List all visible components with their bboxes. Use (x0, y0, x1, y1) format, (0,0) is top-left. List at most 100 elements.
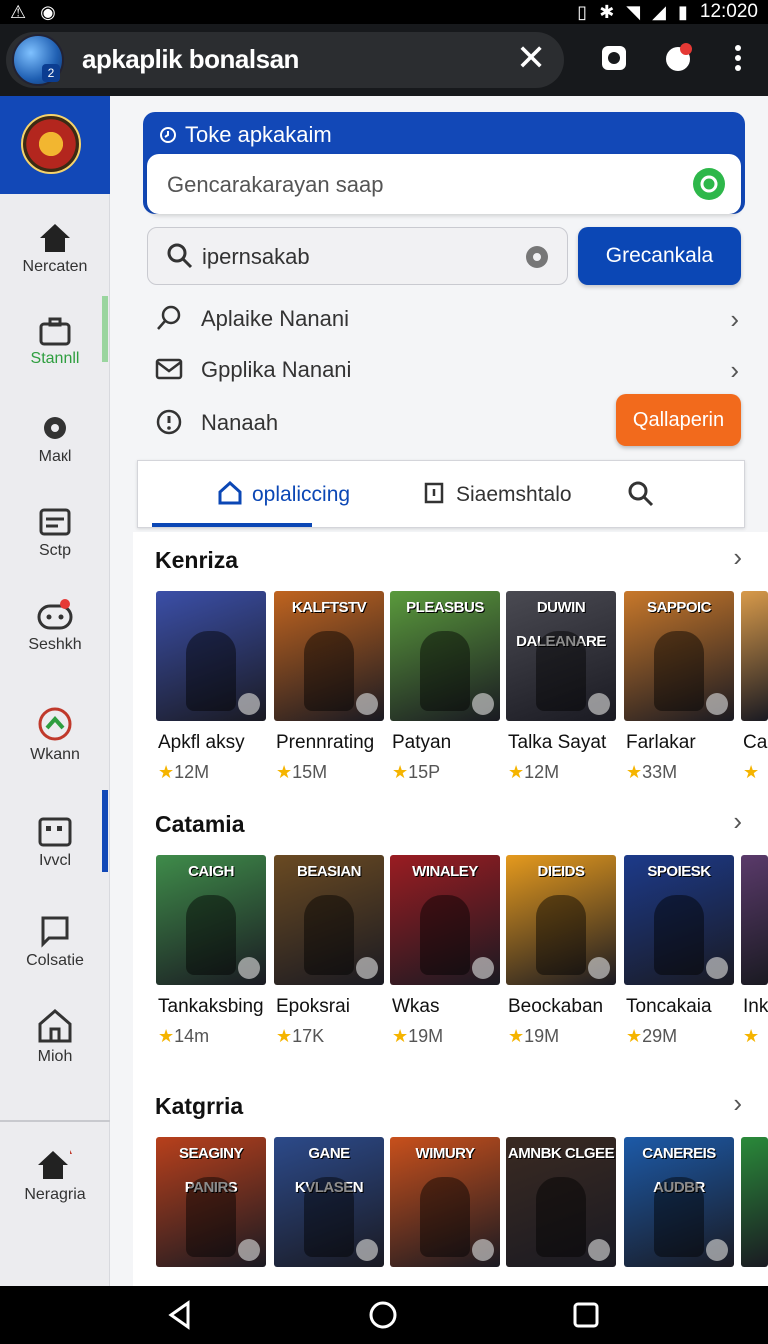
chevron-right-icon[interactable]: › (733, 1088, 742, 1119)
check-icon (588, 693, 610, 715)
tab-siaemshtalo[interactable]: Siaemshtalo (422, 481, 572, 507)
game-name[interactable]: Tankaksbing (158, 996, 264, 1018)
tab-oplaliccing[interactable]: oplaliccing (218, 480, 351, 507)
game-tile[interactable]: SEAGINY PANIRS (156, 1137, 266, 1267)
game-name[interactable]: Beockaban (508, 996, 603, 1018)
game-name[interactable]: Ink (743, 996, 768, 1018)
close-icon[interactable]: ✕ (516, 40, 546, 76)
game-tile[interactable]: WIMURY (390, 1137, 500, 1267)
game-rating-value: 17K (292, 1026, 325, 1046)
game-rating-value: 19M (524, 1026, 560, 1046)
game-character (654, 1177, 704, 1257)
more-icon[interactable] (722, 42, 754, 74)
gear-icon[interactable] (523, 243, 551, 271)
game-art-title: WIMURY (415, 1145, 475, 1162)
game-tile[interactable]: WINALEY (390, 855, 500, 985)
status-time: 12:020 (699, 1, 758, 22)
game-name[interactable]: Epoksrai (276, 996, 350, 1018)
section-title: Catamia (155, 811, 245, 837)
tab-label: oplaliccing (252, 483, 351, 506)
tab-search[interactable] (628, 481, 654, 513)
star-icon: ★ (392, 762, 409, 782)
game-tile[interactable]: CANEREIS AUDBR (624, 1137, 734, 1267)
header-card-value: Gencarakarayan saap (167, 172, 384, 197)
game-name[interactable]: Patyan (392, 732, 451, 754)
settings-icon[interactable] (693, 168, 725, 200)
game-character (420, 895, 470, 975)
star-icon: ★ (626, 762, 643, 782)
sidebar-brand[interactable] (0, 96, 110, 194)
battery-icon: ▮ (677, 1, 688, 22)
search-input[interactable]: ipernsakab (147, 227, 568, 285)
game-tile[interactable] (156, 591, 266, 721)
app-logo[interactable]: 2 (12, 34, 64, 86)
search-value: ipernsakab (202, 244, 310, 269)
sidebar-item-label: Ivvcl (39, 852, 71, 869)
game-tile[interactable]: GANE KVLASEN (274, 1137, 384, 1267)
game-art-title (741, 1137, 768, 1171)
check-icon (238, 693, 260, 715)
game-art-title: KALFTSTV (291, 599, 367, 616)
game-art-title (156, 591, 266, 625)
back-icon[interactable] (166, 1300, 194, 1330)
check-icon (588, 957, 610, 979)
sidebar-item-bottom[interactable]: Neragria (0, 1148, 110, 1204)
sidebar-item-6[interactable]: Ivvcl (0, 816, 110, 870)
list-row-1[interactable]: Gpplika Nanani › (155, 353, 743, 385)
header-card-input[interactable]: Gencarakarayan saap (147, 154, 741, 214)
list-row-0[interactable]: Aplaike Nanani › (155, 302, 743, 334)
game-name[interactable]: Tonсakaia (626, 996, 712, 1018)
game-tile[interactable]: SPOIESK (624, 855, 734, 985)
game-tile[interactable]: SAPPOIC (624, 591, 734, 721)
game-rating-value: 15P (408, 762, 441, 782)
orange-action-button[interactable]: Qallaperin (616, 394, 741, 446)
game-name[interactable]: Apkfl aksy (158, 732, 245, 754)
game-tile[interactable] (741, 591, 768, 721)
game-name[interactable]: Ca (743, 732, 767, 754)
section-title: Katgrria (155, 1093, 244, 1119)
game-name[interactable]: Wkas (392, 996, 440, 1018)
home-button-icon[interactable] (368, 1300, 398, 1330)
clock-icon (160, 127, 176, 143)
game-name[interactable]: Farlakar (626, 732, 696, 754)
sidebar-item-4[interactable]: Seshkh (0, 598, 110, 654)
game-tile[interactable]: DUWIN DALEANARE (506, 591, 616, 721)
sidebar-item-label: Neragria (24, 1186, 86, 1203)
brand-emblem (21, 114, 81, 174)
sidebar-item-0[interactable]: Nercaten (0, 222, 110, 276)
sidebar-item-label: Stannll (30, 350, 80, 367)
chevron-right-icon[interactable]: › (733, 542, 742, 573)
game-tile[interactable]: PLEASBUS (390, 591, 500, 721)
sidebar-item-2[interactable]: Maкl (0, 412, 110, 466)
chevron-right-icon: › (730, 355, 739, 385)
search-button[interactable]: Grecankala (578, 227, 741, 285)
star-icon: ★ (508, 762, 525, 782)
check-icon (356, 1239, 378, 1261)
status-bar: ⚠ ◉ ▯ ✱ ◥ ◢ ▮ 12:020 (0, 0, 768, 24)
game-tile[interactable]: DIEIDS (506, 855, 616, 985)
game-tile[interactable]: BEASIAN (274, 855, 384, 985)
chevron-right-icon[interactable]: › (733, 806, 742, 837)
recents-icon[interactable] (572, 1301, 600, 1329)
sidebar-divider (0, 1120, 110, 1122)
sidebar-item-1[interactable]: Stannll (0, 316, 110, 368)
game-name[interactable]: Talka Sayat (508, 732, 606, 754)
game-tile[interactable]: KALFTSTV (274, 591, 384, 721)
sidebar-item-5[interactable]: Wkann (0, 706, 110, 764)
game-tile[interactable]: AMNBK CLGEE (506, 1137, 616, 1267)
check-icon (356, 957, 378, 979)
game-rating-value: 19M (408, 1026, 444, 1046)
game-tile[interactable] (741, 1137, 768, 1267)
tab-bar: oplaliccing Siaemshtalo (137, 460, 745, 528)
camera-icon[interactable] (598, 42, 630, 74)
sidebar-item-label: Maкl (38, 448, 72, 465)
game-name[interactable]: Prennrating (276, 732, 374, 754)
sidebar-item-3[interactable]: Sctp (0, 504, 110, 560)
notification-icon[interactable] (662, 42, 694, 74)
game-art-title: DUWIN DALEANARE (516, 599, 606, 650)
card-icon (38, 817, 72, 847)
game-tile[interactable] (741, 855, 768, 985)
game-tile[interactable]: CAIGH (156, 855, 266, 985)
sidebar-item-7[interactable]: Colsatie (0, 914, 110, 970)
sidebar-item-8[interactable]: Mioh (0, 1008, 110, 1066)
